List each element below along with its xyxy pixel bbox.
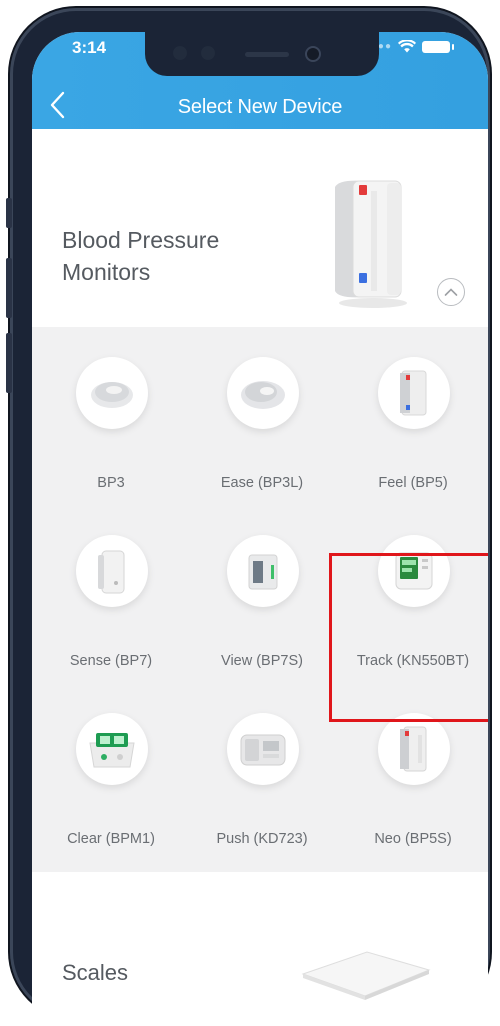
volume-up-button [6, 258, 12, 318]
scale-image [301, 951, 431, 1000]
category-label: Blood Pressure Monitors [62, 227, 220, 285]
device-label: Sense (BP7) [69, 653, 153, 669]
device-label: Push (KD723) [216, 831, 308, 847]
app-screen: 3:14 ●●●● Select Ne [32, 32, 488, 1026]
device-feel-bp5[interactable]: Feel (BP5) [338, 327, 488, 491]
device-label: Track (KN550BT) [356, 653, 470, 669]
collapse-button[interactable] [437, 278, 465, 306]
device-thumbnail [76, 357, 148, 429]
device-label: Feel (BP5) [378, 475, 448, 491]
blood-pressure-cuff-image [335, 180, 407, 308]
device-thumbnail [378, 357, 450, 429]
wifi-icon [398, 40, 416, 53]
device-label: BP3 [97, 475, 125, 491]
volume-down-button [6, 333, 12, 393]
device-push-kd723[interactable]: Push (KD723) [187, 683, 337, 847]
device-thumbnail [378, 535, 450, 607]
status-time: 3:14 [72, 38, 107, 57]
device-view-bp7s[interactable]: View (BP7S) [187, 505, 337, 669]
device-bp3[interactable]: BP3 [36, 327, 186, 491]
sensor-dot [201, 46, 215, 60]
category-blood-pressure[interactable]: Blood Pressure Monitors [32, 129, 488, 327]
device-label: Ease (BP3L) [220, 475, 304, 491]
device-thumbnail [227, 535, 299, 607]
silent-switch [6, 198, 12, 228]
device-track-kn550bt[interactable]: Track (KN550BT) [338, 505, 488, 669]
device-thumbnail [227, 713, 299, 785]
device-ease-bp3l[interactable]: Ease (BP3L) [187, 327, 337, 491]
device-neo-bp5s[interactable]: Neo (BP5S) [338, 683, 488, 847]
chevron-up-icon [444, 288, 458, 296]
device-thumbnail [227, 357, 299, 429]
device-thumbnail [76, 713, 148, 785]
device-sense-bp7[interactable]: Sense (BP7) [36, 505, 186, 669]
device-thumbnail [378, 713, 450, 785]
device-thumbnail [76, 535, 148, 607]
category-scales[interactable]: Scales [32, 872, 488, 1026]
device-label: Neo (BP5S) [374, 831, 452, 847]
phone-frame: 3:14 ●●●● Select Ne [6, 8, 490, 1026]
device-clear-bpm1[interactable]: Clear (BPM1) [36, 683, 186, 847]
earpiece-speaker [245, 52, 289, 57]
category-label: Scales [62, 960, 129, 985]
page-title: Select New Device [177, 96, 343, 118]
device-label: Clear (BPM1) [67, 831, 155, 847]
phone-notch [145, 32, 379, 76]
device-grid: BP3 Ease (BP3L) Feel (BP5) Sense (BP7) V… [32, 327, 488, 872]
battery-icon [422, 40, 454, 53]
device-label: View (BP7S) [221, 653, 303, 669]
sensor-dot [173, 46, 187, 60]
navigation-header: 3:14 ●●●● Select Ne [32, 32, 488, 129]
front-camera [305, 46, 321, 62]
